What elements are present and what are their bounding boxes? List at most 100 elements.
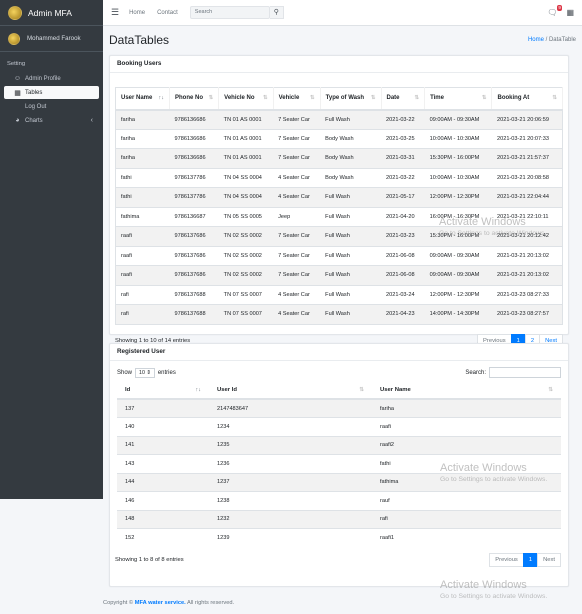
table-cell: Full Wash	[320, 265, 382, 285]
table-cell: raafi	[115, 245, 170, 266]
table-cell: 1232	[209, 509, 372, 529]
table-cell: rafi	[115, 304, 170, 324]
column-header[interactable]: User Name ↑↓	[115, 87, 170, 111]
table-row: raafi 9786137686 TN 02 SS 0002 7 Seater Car…	[115, 226, 563, 246]
nav-link-contact[interactable]: Contact	[157, 10, 178, 16]
table-row: raafi 9786137686 TN 02 SS 0002 7 Seater Car…	[115, 245, 563, 266]
sort-icon: ⇅	[414, 95, 420, 102]
table-cell: 2021-03-23 08:27:33	[491, 284, 563, 305]
table-cell: raafi1	[372, 528, 561, 547]
sort-icon: ⇅	[548, 387, 553, 393]
table-cell: 4 Seater Car	[273, 187, 321, 207]
entries-select[interactable]: 10 ⇕	[135, 367, 155, 378]
pagination-previous[interactable]: Previous	[489, 553, 524, 567]
column-header[interactable]: Phone No ⇅	[169, 87, 220, 111]
table-cell: 140	[117, 417, 209, 436]
column-header[interactable]: Type of Wash ⇅	[320, 87, 382, 111]
table-cell: 15:30PM - 16:00PM	[424, 148, 492, 168]
table-cell: TN 02 SS 0002	[218, 265, 274, 285]
table-cell: 15:30PM - 16:00PM	[424, 226, 492, 246]
sort-icon: ⇅	[359, 387, 364, 393]
sidebar-item-tables[interactable]: ▦ Tables	[4, 86, 99, 99]
table-row: fathi 9786137786 TN 04 SS 0004 4 Seater Car…	[115, 167, 563, 188]
notifications-icon[interactable]: 🗨 9	[547, 5, 563, 17]
brand-link[interactable]: Admin MFA	[0, 0, 103, 26]
column-header[interactable]: Vehicle No ⇅	[218, 87, 274, 111]
user-panel[interactable]: Mohammed Farook	[0, 26, 103, 52]
table-cell: 9786136687	[169, 206, 219, 227]
column-header[interactable]: User Name ⇅	[372, 382, 561, 400]
table-cell: TN 02 SS 0002	[218, 226, 274, 246]
table-search-input[interactable]	[489, 367, 561, 378]
table-cell: Full Wash	[320, 245, 382, 266]
show-entries-label: Show	[117, 369, 133, 376]
table-cell: 10:00AM - 10:30AM	[424, 167, 492, 188]
table-cell: 12:00PM - 12:30PM	[424, 284, 492, 305]
table-cell: 144	[117, 472, 209, 492]
table-cell: rauf	[372, 491, 561, 510]
table-cell: 146	[117, 491, 209, 510]
sort-icon: ⇅	[310, 95, 315, 102]
sidebar-item-label: Admin Profile	[25, 75, 61, 82]
column-header[interactable]: Vehicle ⇅	[273, 87, 321, 111]
menu-toggle-icon[interactable]: ☰	[111, 7, 119, 18]
table-row: 152 1239 raafi1	[117, 528, 561, 547]
table-cell: TN 05 SS 0005	[218, 206, 274, 227]
table-cell: Body Wash	[320, 128, 382, 149]
sidebar-item-admin-profile[interactable]: ☺ Admin Profile	[4, 72, 99, 85]
search-icon[interactable]: ⚲	[269, 6, 284, 19]
table-row: fathi 9786137786 TN 04 SS 0004 4 Seater Car…	[115, 187, 563, 207]
table-cell: 7 Seater Car	[273, 245, 321, 266]
table-cell: 4 Seater Car	[273, 284, 321, 305]
table-cell: 1234	[209, 417, 372, 436]
pagination-next[interactable]: Next	[537, 553, 561, 567]
column-header[interactable]: Id ↑↓	[117, 382, 209, 400]
table-cell: 2021-03-25	[381, 128, 425, 149]
column-header[interactable]: Booking At ⇅	[491, 87, 563, 111]
column-header[interactable]: User Id ⇅	[209, 382, 372, 400]
column-header[interactable]: Time ⇅	[424, 87, 493, 111]
table-cell: 1237	[209, 472, 372, 492]
table-cell: fathima	[115, 206, 170, 227]
table-cell: TN 04 SS 0004	[218, 187, 274, 207]
table-cell: 9786137686	[169, 245, 219, 266]
table-row: 141 1235 raafi2	[117, 435, 561, 455]
sidebar-item-label: Log Out	[25, 103, 47, 110]
page-title: DataTables	[109, 33, 170, 47]
table-row: 143 1236 fathi	[117, 454, 561, 473]
table-cell: Jeep	[273, 206, 321, 227]
table-cell: fariha	[115, 148, 170, 168]
nav-link-home[interactable]: Home	[129, 10, 145, 16]
sidebar-item-log-out[interactable]: Log Out	[4, 100, 99, 113]
table-cell: fariha	[115, 128, 170, 149]
table-row: fariha 9786136686 TN 01 AS 0001 7 Seater Ca…	[115, 128, 563, 149]
table-cell: 141	[117, 435, 209, 455]
search-label: Search:	[465, 369, 486, 376]
table-cell: 7 Seater Car	[273, 109, 321, 129]
column-header[interactable]: Date ⇅	[381, 87, 426, 111]
booking-table: User Name ↑↓ Phone No ⇅ Vehicle No ⇅ Vehicl…	[115, 87, 563, 325]
table-row: fariha 9786136686 TN 01 AS 0001 7 Seater Ca…	[115, 148, 563, 168]
table-cell: TN 04 SS 0004	[218, 167, 274, 188]
table-cell: 2021-06-08	[381, 245, 425, 266]
table-cell: Full Wash	[320, 187, 382, 207]
table-cell: 9786136686	[169, 148, 219, 168]
table-cell: fathi	[115, 187, 170, 207]
table-cell: 7 Seater Car	[273, 265, 321, 285]
search-input[interactable]: Search	[189, 6, 270, 19]
booking-users-title: Booking Users	[110, 56, 568, 73]
table-cell: TN 02 SS 0002	[218, 245, 274, 266]
pagination-page-1[interactable]: 1	[522, 553, 539, 567]
registered-user-card: Registered User Show 10 ⇕ entries Search…	[109, 343, 569, 587]
table-cell: TN 01 AS 0001	[218, 148, 274, 168]
top-navbar: ☰ Home Contact Search ⚲ 🗨 9 ▦	[103, 0, 582, 26]
sort-icon: ⇅	[481, 95, 487, 102]
table-row: rafi 9786137688 TN 07 SS 0007 4 Seater Car F…	[115, 284, 563, 305]
footer-brand-link[interactable]: MFA water service.	[135, 600, 186, 606]
table-cell: 2021-03-21 22:04:44	[491, 187, 563, 207]
table-cell: Full Wash	[320, 284, 382, 305]
sidebar-item-charts[interactable]: ◕ Charts ‹	[4, 114, 99, 127]
apps-grid-icon[interactable]: ▦	[566, 8, 574, 17]
table-cell: fathi	[372, 454, 561, 473]
breadcrumb-home[interactable]: Home	[528, 37, 544, 43]
